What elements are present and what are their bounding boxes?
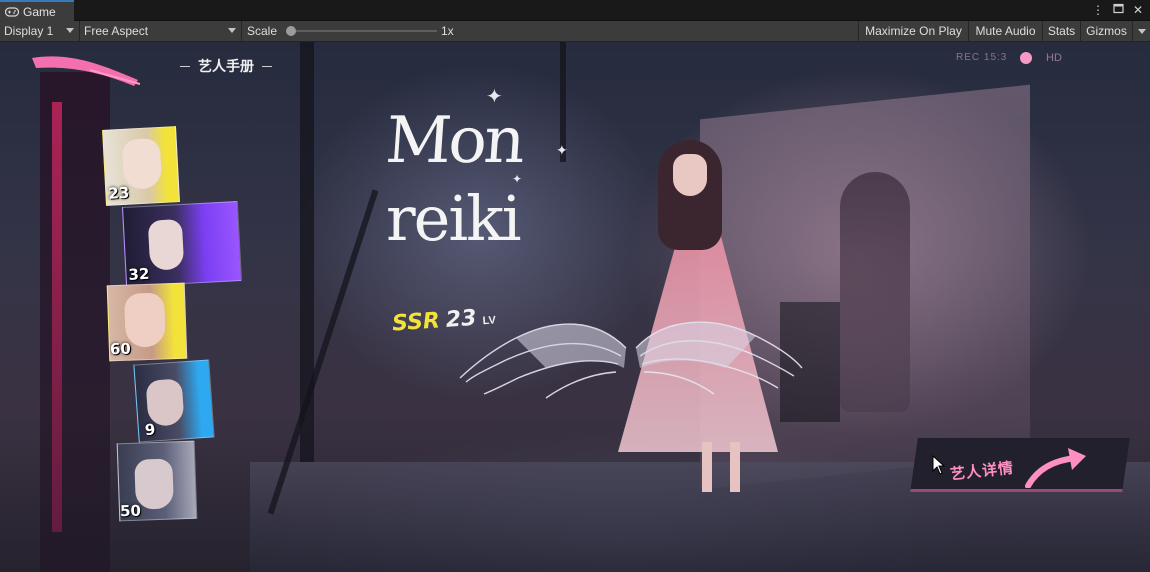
editor-tab-bar: Game ⋮ ✕ [0,0,1150,21]
tab-game-label: Game [23,4,56,19]
artist-card[interactable]: 9 [133,359,215,443]
artist-card[interactable]: 32 [121,201,243,287]
scale-value: 1x [441,24,454,38]
artist-card-level: 50 [119,501,142,521]
display-select[interactable]: Display 1 [0,21,80,41]
gizmos-label: Gizmos [1086,24,1127,38]
wings-icon [459,321,803,399]
character-leg [702,442,712,492]
title-dash-left [180,65,190,67]
artist-card[interactable]: 50 [116,440,198,522]
stats-label: Stats [1047,24,1076,38]
chevron-down-icon [228,28,236,33]
maximize-on-play-label: Maximize On Play [865,24,962,38]
display-select-label: Display 1 [4,24,54,38]
chevron-down-icon [66,28,74,33]
gizmos-button[interactable]: Gizmos [1080,21,1132,41]
aspect-select[interactable]: Free Aspect [80,21,242,41]
rec-dot [1020,52,1032,64]
game-viewport[interactable]: REC 15:3 HD 艺人手册 23 32 60 9 50 Mon reiki… [0,42,1150,572]
gizmos-dropdown[interactable] [1132,21,1150,41]
scale-control: Scale 1x [243,21,463,41]
stats-button[interactable]: Stats [1042,21,1080,41]
artist-list-strip [40,72,110,572]
kebab-menu-icon[interactable]: ⋮ [1092,2,1104,18]
handbook-title: 艺人手册 [180,56,272,76]
chevron-down-icon [1137,28,1146,34]
scale-slider-track[interactable] [289,30,437,32]
handbook-title-text: 艺人手册 [198,58,254,74]
aspect-select-label: Free Aspect [84,24,149,38]
mute-audio-button[interactable]: Mute Audio [968,21,1042,41]
tab-game[interactable]: Game [0,0,74,21]
artist-card-level: 60 [109,339,132,359]
scale-label: Scale [247,24,278,38]
avatar [147,218,185,271]
artist-card[interactable]: 23 [102,126,180,206]
artist-card-level: 23 [107,183,130,203]
mouse-cursor-icon [932,455,946,475]
artist-name-line2: reiki [386,182,522,255]
shadow-silhouette [840,172,910,412]
mute-audio-label: Mute Audio [975,24,1036,38]
artist-name-line1: Mon [383,104,525,178]
artist-card-level: 32 [128,264,150,284]
artist-card[interactable]: 60 [106,282,188,362]
window-controls: ⋮ ✕ [1092,2,1144,18]
title-dash-right [262,65,272,67]
hd-indicator: HD [1046,52,1062,64]
rec-indicator: REC 15:3 [956,52,1008,63]
artist-card-level: 9 [144,420,156,440]
pink-accent-bar [52,102,62,532]
maximize-icon[interactable] [1112,2,1124,18]
character-face [673,154,707,196]
avatar [121,137,163,190]
arrow-right-icon [1025,448,1086,488]
scale-slider-thumb[interactable] [286,26,296,36]
sparkle-icon: ✦ [556,142,568,158]
brush-stroke-icon [32,56,140,86]
gamepad-icon [5,6,19,17]
sparkle-icon: ✦ [486,86,503,108]
maximize-on-play-button[interactable]: Maximize On Play [858,21,968,41]
character-leg [730,442,740,492]
close-icon[interactable]: ✕ [1132,2,1144,18]
game-view-toolbar: Display 1 Free Aspect Scale 1x Maximize … [0,21,1150,42]
sparkle-icon: ✦ [512,172,523,186]
rarity-label: SSR [391,308,441,337]
